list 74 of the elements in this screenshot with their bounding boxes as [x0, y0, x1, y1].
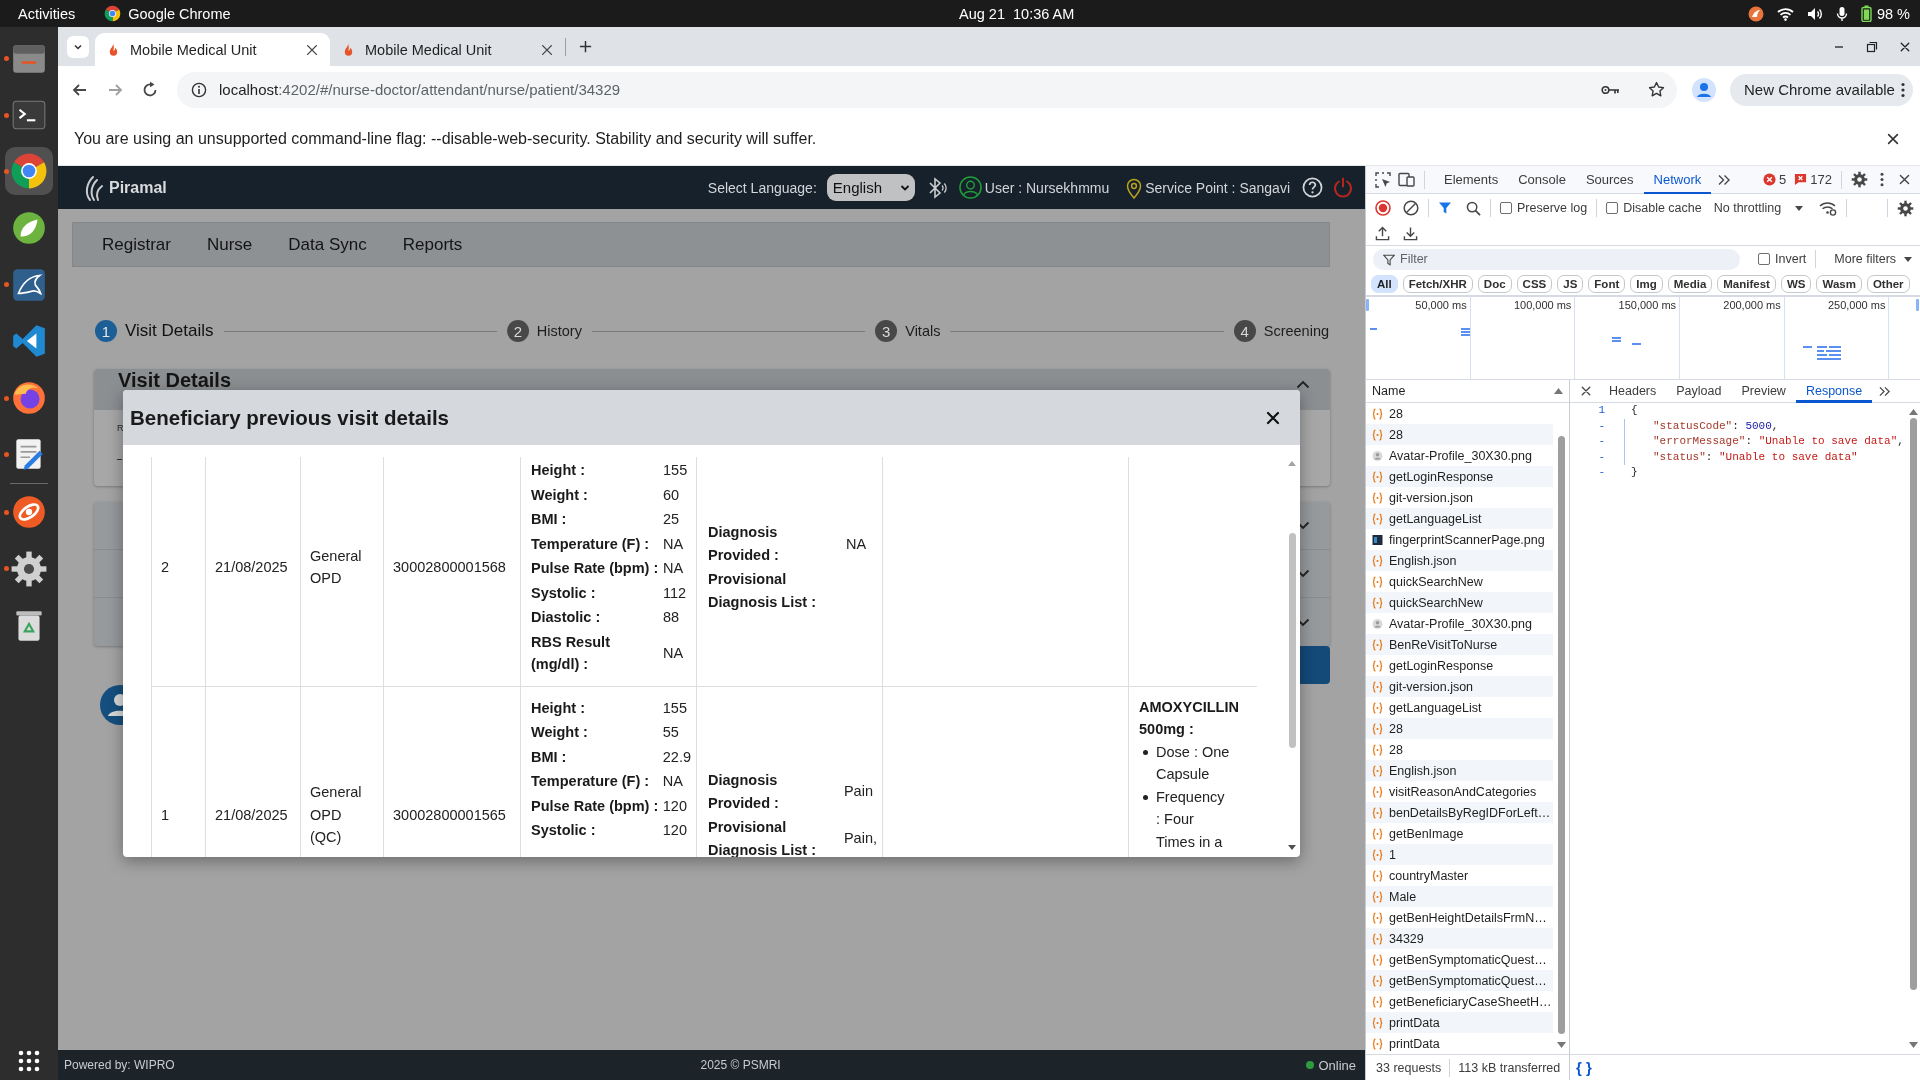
- tick-label: 100,000 ms: [1513, 299, 1572, 311]
- vital-label: BMI :: [531, 748, 567, 765]
- gutter-text: -: [1597, 418, 1606, 434]
- diagnosis-value: Pain: [843, 783, 873, 800]
- table-cell: 1: [151, 686, 206, 857]
- powered-by: Powered by: WIPRO: [64, 1058, 175, 1072]
- warning-message: You are using an unsupported command-line flag: --disable-web-security. Stability and security will suffer.: [74, 130, 818, 148]
- gutter-text: -: [1597, 434, 1606, 450]
- gutter-text: -: [1597, 465, 1606, 481]
- vital-label: Temperature (F) :: [531, 535, 650, 552]
- vital-label: Temperature (F) :: [531, 773, 650, 789]
- table-cell: 21/08/2025: [205, 457, 301, 686]
- diagnosis-label: Provisional Diagnosis List :: [708, 819, 816, 857]
- gutter-text: 1: [1597, 403, 1606, 418]
- step-number: 4: [1233, 320, 1256, 342]
- vital-value: 155: [663, 462, 688, 478]
- code-line: {: [1630, 403, 1638, 418]
- tick-label: 150,000 ms: [1618, 299, 1677, 311]
- vital-value: 88: [663, 609, 680, 625]
- step-number: 3: [875, 320, 898, 342]
- step-number: 1: [95, 320, 117, 342]
- vital-label: Systolic :: [531, 822, 596, 838]
- vital-label: Height :: [531, 699, 585, 716]
- vital-value: NA: [663, 644, 684, 661]
- tick-label: 200,000 ms: [1723, 299, 1781, 311]
- vital-value: NA: [662, 773, 683, 789]
- vital-label: Pulse Rate (bpm) :: [531, 560, 659, 576]
- vital-value: 120: [662, 822, 687, 838]
- vital-value: 22.9: [662, 748, 691, 765]
- vital-label: Height :: [531, 462, 585, 478]
- vital-label: BMI :: [531, 511, 567, 527]
- vital-value: 120: [662, 797, 687, 814]
- language-label: Select Language:: [707, 179, 817, 196]
- code-line: "status": "Unable to save data": [1624, 449, 1858, 466]
- vital-label: Diastolic :: [531, 609, 601, 625]
- diagnosis-label: Diagnosis Provided :: [708, 524, 779, 563]
- table-cell: 30002800001568: [383, 457, 521, 686]
- vital-value: 25: [663, 511, 680, 527]
- medicine-name: AMOXYCILLIN 500mg :: [1139, 697, 1240, 739]
- step-number: 2: [506, 320, 529, 342]
- vital-value: 112: [663, 584, 687, 601]
- service-point: Service Point : Sangavi: [1145, 179, 1290, 196]
- vital-label: Pulse Rate (bpm) :: [531, 797, 659, 814]
- table-cell: General OPD: [300, 457, 384, 686]
- field-label: R: [117, 423, 124, 434]
- diagnosis-value: NA: [846, 535, 867, 552]
- vital-value: NA: [663, 535, 684, 552]
- vital-label: RBS Result (mg/dl) :: [531, 633, 610, 672]
- medicine-detail: Frequency : Four Times in a: [1156, 787, 1226, 852]
- code-line: "errorMessage": "Unable to save data",: [1624, 434, 1904, 450]
- brand-name: Piramal: [109, 178, 167, 197]
- medicine-detail: Dose : One Capsule: [1156, 742, 1230, 784]
- vital-value: 155: [662, 699, 687, 716]
- vital-label: Systolic :: [531, 584, 596, 601]
- table-cell: 2: [151, 457, 206, 686]
- diagnosis-label: Diagnosis Provided :: [708, 772, 779, 811]
- vital-value: 55: [662, 724, 679, 740]
- copyright: 2025 © PSMRI: [699, 1058, 782, 1072]
- tick-label: 250,000 ms: [1827, 299, 1886, 311]
- tick-label: 50,000 ms: [1415, 299, 1467, 311]
- code-line: }: [1630, 465, 1638, 481]
- diagnosis-value: Pain,: [843, 830, 877, 847]
- gutter-text: -: [1597, 449, 1606, 465]
- card-title: Visit Details: [118, 370, 232, 390]
- code-line: "statusCode": 5000,: [1624, 418, 1779, 435]
- request-count: 33 requests: [1376, 1060, 1442, 1075]
- vital-value: 60: [663, 486, 680, 503]
- diagnosis-label: Provisional Diagnosis List :: [708, 571, 816, 610]
- connection-status: Online: [1318, 1057, 1356, 1073]
- vital-label: Weight :: [531, 724, 588, 740]
- vital-value: NA: [663, 560, 684, 576]
- user-name: User : Nursekhmmu: [984, 179, 1110, 196]
- vital-label: Weight :: [531, 486, 588, 503]
- transfer-size: 113 kB transferred: [1458, 1060, 1561, 1075]
